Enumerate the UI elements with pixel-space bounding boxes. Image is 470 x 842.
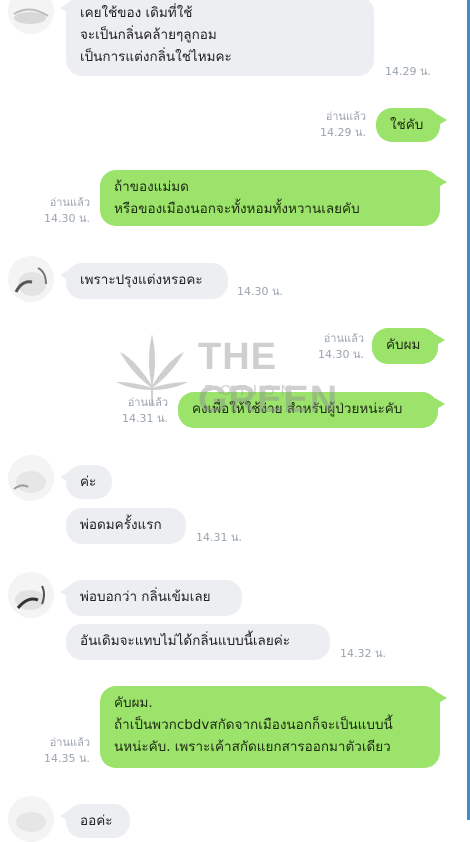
message-timestamp: 14.30 น. <box>237 285 284 298</box>
contact-avatar[interactable] <box>8 0 54 34</box>
message-timestamp: 14.29 น. <box>319 126 366 139</box>
message-text: ถ้าของแม่มด <box>114 179 189 195</box>
outgoing-message-bubble[interactable]: คับผม <box>372 328 445 364</box>
read-receipt: อ่านแล้ว <box>325 110 366 123</box>
message-text: เป็นการแต่งกลิ่นใช่ไหมคะ <box>80 49 232 65</box>
incoming-message-bubble[interactable]: พ่อบอกว่า กลิ่นเข้มเลย <box>60 580 242 616</box>
message-timestamp: 14.32 น. <box>340 647 387 660</box>
incoming-message-bubble[interactable]: ค่ะ <box>60 465 112 499</box>
contact-avatar[interactable] <box>8 256 54 302</box>
contact-avatar[interactable] <box>8 455 54 501</box>
contact-avatar[interactable] <box>8 796 54 842</box>
message-text: คับผม. <box>114 695 153 711</box>
outgoing-message-bubble[interactable]: คับผม. ถ้าเป็นพวกcbdvสกัดจากเมืองนอกก็จะ… <box>100 686 447 768</box>
incoming-message-bubble[interactable]: พ่อดมครั้งแรก <box>66 508 186 544</box>
message-text: เพราะปรุงแต่งหรอคะ <box>80 272 203 288</box>
outgoing-message-bubble[interactable]: ถ้าของแม่มด หรือของเมืองนอกจะทั้งหอมทั้ง… <box>100 170 447 226</box>
message-text: เคยใช้ของ เดิมที่ใช้ <box>80 5 193 21</box>
outgoing-message-bubble[interactable]: ใช่คับ <box>376 108 447 142</box>
message-timestamp: 14.30 น. <box>317 348 364 361</box>
message-text: หรือของเมืองนอกจะทั้งหอมทั้งหวานเลยคับ <box>114 201 360 217</box>
outgoing-message-bubble[interactable]: คงเพื่อให้ใช้ง่าย สำหรับผู้ป่วยหน่ะคับ <box>178 392 445 428</box>
read-receipt: อ่านแล้ว <box>127 396 168 409</box>
incoming-message-bubble[interactable]: ออค่ะ <box>60 804 130 838</box>
incoming-message-bubble[interactable]: เคยใช้ของ เดิมที่ใช้ จะเป็นกลิ่นคล้ายๆลู… <box>60 0 374 76</box>
message-timestamp: 14.29 น. <box>385 65 432 78</box>
message-text: ค่ะ <box>80 474 97 490</box>
contact-avatar[interactable] <box>8 572 54 618</box>
incoming-message-bubble[interactable]: อันเดิมจะแทบไม่ได้กลิ่นแบบนี้เลยค่ะ <box>66 624 330 660</box>
message-timestamp: 14.31 น. <box>121 412 168 425</box>
message-text: คงเพื่อให้ใช้ง่าย สำหรับผู้ป่วยหน่ะคับ <box>192 401 403 417</box>
message-text: พ่อบอกว่า กลิ่นเข้มเลย <box>80 589 211 605</box>
read-receipt: อ่านแล้ว <box>49 196 90 209</box>
message-text: จะเป็นกลิ่นคล้ายๆลูกอม <box>80 27 217 43</box>
message-text: ใช่คับ <box>390 117 424 133</box>
message-text: ถ้าเป็นพวกcbdvสกัดจากเมืองนอกก็จะเป็นแบบ… <box>114 717 393 733</box>
message-timestamp: 14.31 น. <box>196 531 243 544</box>
message-text: ออค่ะ <box>80 813 113 829</box>
incoming-message-bubble[interactable]: เพราะปรุงแต่งหรอคะ <box>60 263 228 299</box>
message-text: พ่อดมครั้งแรก <box>80 517 162 533</box>
message-text: คับผม <box>386 337 421 353</box>
message-timestamp: 14.30 น. <box>43 212 90 225</box>
message-text: อันเดิมจะแทบไม่ได้กลิ่นแบบนี้เลยค่ะ <box>80 633 291 649</box>
read-receipt: อ่านแล้ว <box>49 736 90 749</box>
message-text: นหน่ะคับ. เพราะเค้าสกัดแยกสารออกมาตัวเดี… <box>114 739 391 755</box>
read-receipt: อ่านแล้ว <box>323 332 364 345</box>
message-timestamp: 14.35 น. <box>43 752 90 765</box>
